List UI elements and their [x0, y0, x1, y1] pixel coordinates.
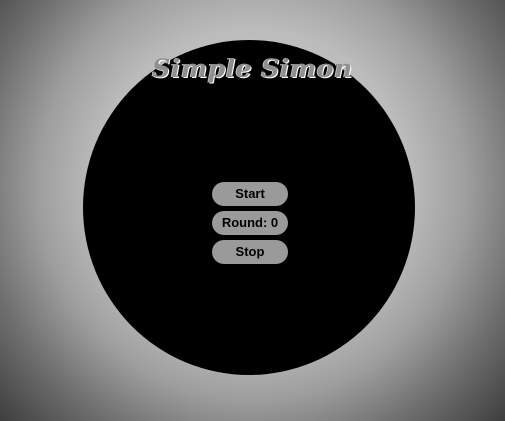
game-controls: Start Round: 0 Stop	[212, 182, 288, 269]
stop-button[interactable]: Stop	[212, 240, 288, 264]
game-title: Simple Simon	[152, 54, 353, 83]
round-counter: Round: 0	[212, 211, 288, 235]
start-button[interactable]: Start	[212, 182, 288, 206]
